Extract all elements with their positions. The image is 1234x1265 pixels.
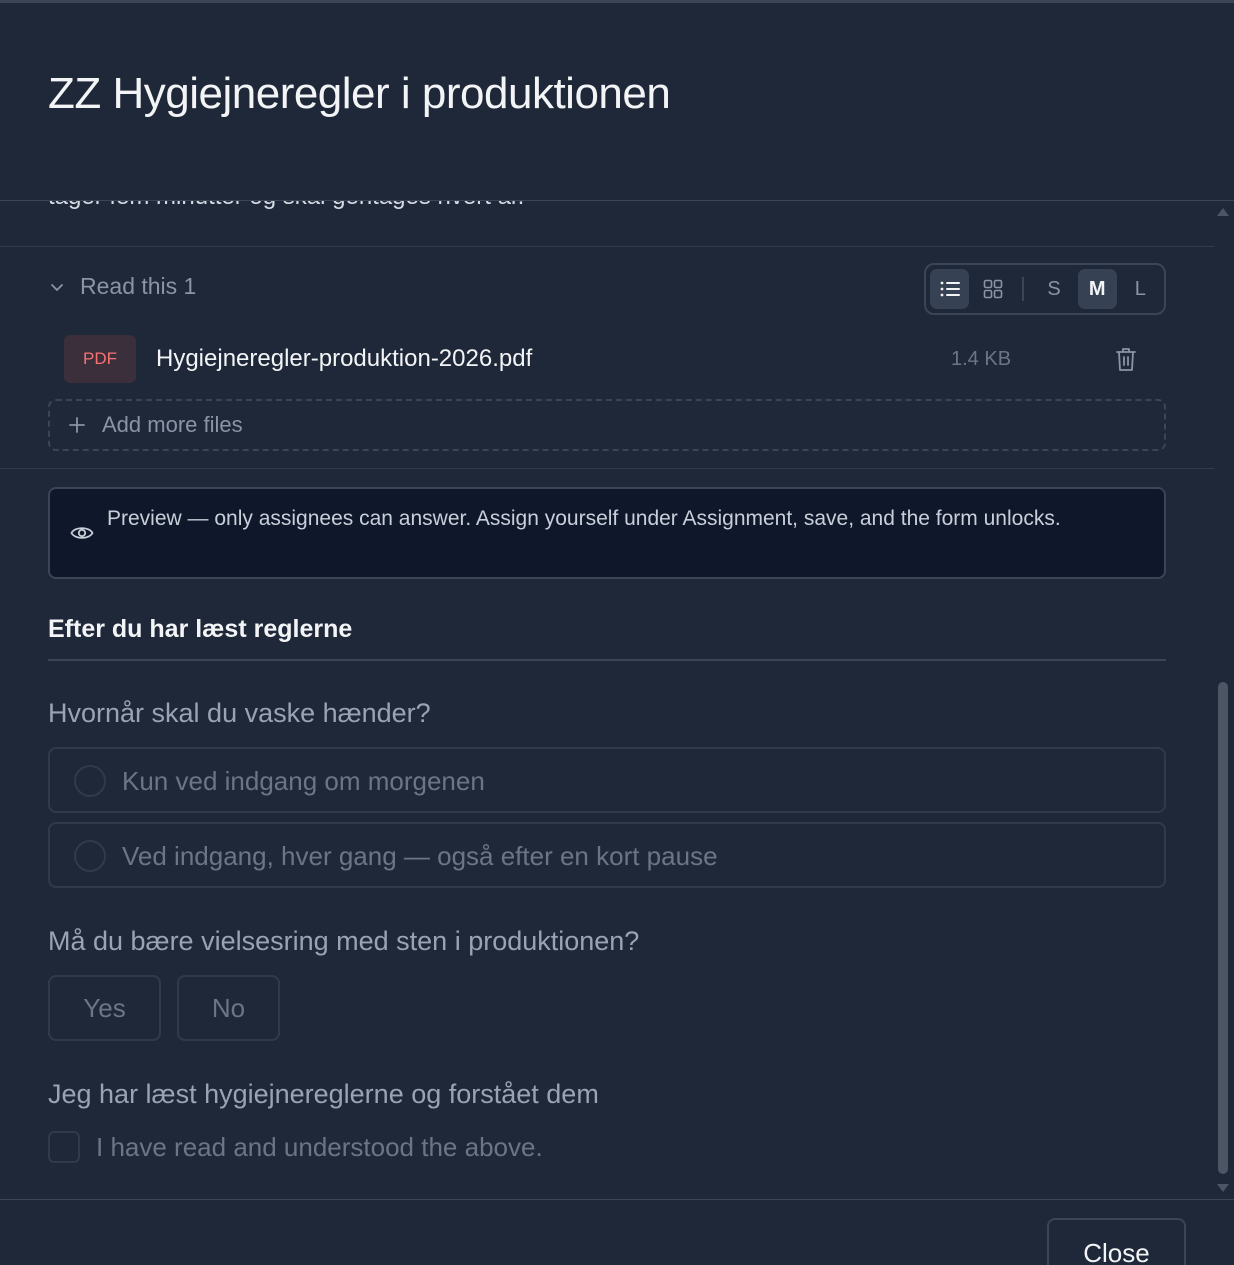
add-more-files-button[interactable]: Add more files xyxy=(48,399,1166,451)
file-name[interactable]: Hygiejneregler-produktion-2026.pdf xyxy=(156,345,532,373)
grid-icon xyxy=(983,279,1003,299)
radio-option-label: Ved indgang, hver gang — også efter en k… xyxy=(122,841,718,871)
file-row[interactable]: PDF Hygiejneregler-produktion-2026.pdf 1… xyxy=(64,335,1154,383)
scroll-down-arrow[interactable] xyxy=(1217,1184,1229,1192)
question-label: Må du bære vielsesring med sten i produk… xyxy=(48,926,640,956)
preview-notice: Preview — only assignees can answer. Ass… xyxy=(48,487,1166,579)
modal-footer: Close xyxy=(0,1199,1234,1265)
chevron-down-icon xyxy=(51,283,63,291)
size-medium-button[interactable]: M xyxy=(1077,269,1117,309)
size-small-button[interactable]: S xyxy=(1034,269,1073,309)
size-large-button[interactable]: L xyxy=(1121,269,1160,309)
description-text: tager fem minutter og skal gentages hver… xyxy=(48,201,524,211)
toolbar-separator xyxy=(1022,277,1025,301)
modal-title: ZZ Hygiejneregler i produktionen xyxy=(48,69,671,118)
plus-icon xyxy=(69,417,85,433)
acknowledge-checkbox-label[interactable]: I have read and understood the above. xyxy=(96,1132,543,1163)
form-heading-rule xyxy=(48,659,1166,661)
radio-button[interactable] xyxy=(74,765,106,797)
files-section-label: Read this 1 xyxy=(80,273,197,299)
modal-body[interactable]: tager fem minutter og skal gentages hver… xyxy=(0,201,1234,1199)
list-view-button[interactable] xyxy=(930,269,970,309)
grid-view-button[interactable] xyxy=(973,269,1012,309)
scrollbar-thumb[interactable] xyxy=(1218,682,1228,1174)
question-label: Jeg har læst hygiejnereglerne og forståe… xyxy=(48,1079,599,1109)
pdf-badge: PDF xyxy=(64,335,136,383)
scroll-up-arrow[interactable] xyxy=(1217,208,1229,216)
eye-icon xyxy=(70,527,94,539)
yes-button[interactable]: Yes xyxy=(48,975,161,1041)
trash-icon[interactable] xyxy=(1114,346,1138,372)
question-label: Hvornår skal du vaske hænder? xyxy=(48,698,431,728)
acknowledge-checkbox[interactable] xyxy=(48,1131,80,1163)
modal-header: ZZ Hygiejneregler i produktionen xyxy=(0,3,1234,201)
radio-button[interactable] xyxy=(74,840,106,872)
radio-option[interactable]: Kun ved indgang om morgenen xyxy=(48,747,1166,813)
files-section-toggle[interactable]: Read this 1 xyxy=(48,273,196,300)
no-button[interactable]: No xyxy=(177,975,280,1041)
divider xyxy=(0,246,1214,247)
divider xyxy=(0,468,1214,469)
radio-option-label: Kun ved indgang om morgenen xyxy=(122,766,485,796)
form-section-heading: Efter du har læst reglerne xyxy=(48,615,353,643)
close-button[interactable]: Close xyxy=(1047,1218,1186,1265)
preview-notice-text: Preview — only assignees can answer. Ass… xyxy=(107,507,1061,530)
add-more-files-label: Add more files xyxy=(102,412,243,437)
list-icon xyxy=(940,281,960,297)
view-toolbar: S M L xyxy=(924,263,1166,315)
file-size: 1.4 KB xyxy=(951,348,1012,370)
radio-option[interactable]: Ved indgang, hver gang — også efter en k… xyxy=(48,822,1166,888)
